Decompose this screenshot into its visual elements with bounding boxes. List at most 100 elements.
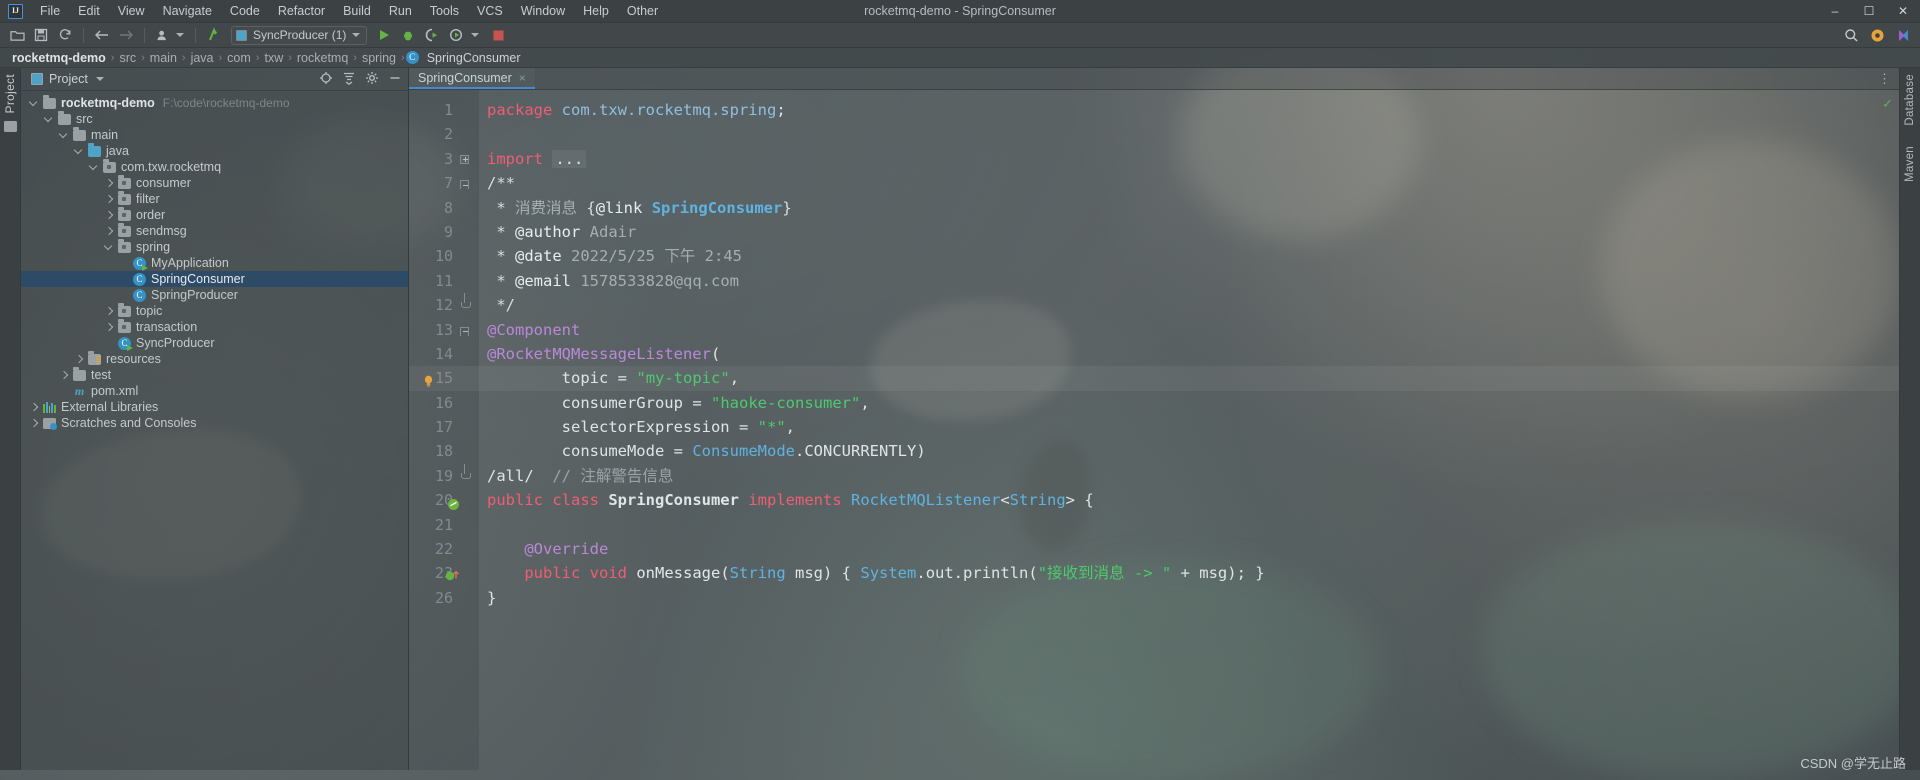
chevron-right-icon[interactable] <box>104 322 115 333</box>
fold-column[interactable] <box>457 366 475 390</box>
chevron-right-icon[interactable] <box>59 370 70 381</box>
tree-node-java[interactable]: java <box>21 143 408 159</box>
gutter-line-22[interactable]: 22 <box>409 537 479 561</box>
save-all-icon[interactable] <box>30 25 52 46</box>
chevron-right-icon[interactable] <box>104 194 115 205</box>
menu-item-build[interactable]: Build <box>334 1 380 21</box>
fold-column[interactable] <box>457 196 475 220</box>
back-arrow-icon[interactable] <box>91 25 113 46</box>
breadcrumb-item-java[interactable]: java <box>187 51 218 65</box>
gutter-line-17[interactable]: 17 <box>409 415 479 439</box>
fold-column[interactable] <box>457 98 475 122</box>
code-line-12[interactable]: */ <box>479 293 1899 317</box>
tool-window-button-maven[interactable]: Maven <box>1904 146 1916 182</box>
tree-node-scratches-and-consoles[interactable]: Scratches and Consoles <box>21 415 408 431</box>
settings-icon[interactable] <box>1866 25 1888 46</box>
gutter-line-11[interactable]: 11 <box>409 269 479 293</box>
menu-item-other[interactable]: Other <box>618 1 667 21</box>
minimize-icon[interactable]: – <box>1818 0 1852 23</box>
gutter-line-8[interactable]: 8 <box>409 196 479 220</box>
tree-node-syncproducer[interactable]: C SyncProducer <box>21 335 408 351</box>
fold-collapse-icon[interactable] <box>460 326 469 336</box>
tree-node-pom-xml[interactable]: m pom.xml <box>21 383 408 399</box>
gutter-line-14[interactable]: 14 <box>409 342 479 366</box>
profiler-icon[interactable] <box>445 25 467 46</box>
menu-item-code[interactable]: Code <box>221 1 269 21</box>
fold-region-end-icon[interactable] <box>461 463 471 479</box>
code-line-26[interactable]: } <box>479 586 1899 610</box>
fold-column[interactable] <box>457 537 475 561</box>
gutter-line-3[interactable]: 3 <box>409 147 479 171</box>
forward-arrow-icon[interactable] <box>115 25 137 46</box>
fold-column[interactable] <box>457 220 475 244</box>
breadcrumb-item-src[interactable]: src <box>115 51 140 65</box>
fold-column[interactable] <box>457 463 475 488</box>
breadcrumb-item-main[interactable]: main <box>146 51 181 65</box>
gutter-line-15[interactable]: 15 <box>409 366 479 391</box>
tool-window-button-project[interactable]: Project <box>3 74 17 113</box>
profiler-caret-icon[interactable] <box>471 33 480 37</box>
tree-node-springproducer[interactable]: C SpringProducer <box>21 287 408 303</box>
code-line-22[interactable]: @Override <box>479 537 1899 561</box>
code-line-7[interactable]: /** <box>479 171 1899 195</box>
code-line-11[interactable]: * @email 1578533828@qq.com <box>479 269 1899 293</box>
code-editor[interactable]: 1 2 3 7 8 9 10 11 12 13 14 15 16 17 18 19 20 21 22 23 26 pac… <box>409 90 1899 770</box>
tree-node-order[interactable]: order <box>21 207 408 223</box>
tree-node-spring[interactable]: spring <box>21 239 408 255</box>
code-content[interactable]: package com.txw.rocketmq.spring; import … <box>479 90 1899 770</box>
menu-item-edit[interactable]: Edit <box>69 1 109 21</box>
menu-item-refactor[interactable]: Refactor <box>269 1 334 21</box>
tree-node-test[interactable]: test <box>21 367 408 383</box>
code-line-23[interactable]: public void onMessage(String msg) { Syst… <box>479 561 1899 585</box>
menu-item-window[interactable]: Window <box>512 1 574 21</box>
tab-springconsumer[interactable]: SpringConsumer × <box>409 68 535 89</box>
tree-node-myapplication[interactable]: C MyApplication <box>21 255 408 271</box>
code-line-18[interactable]: consumeMode = ConsumeMode.CONCURRENTLY) <box>479 439 1899 463</box>
close-tab-icon[interactable]: × <box>519 71 526 85</box>
editor-gutter[interactable]: 1 2 3 7 8 9 10 11 12 13 14 15 16 17 18 19 20 21 22 23 26 <box>409 90 479 770</box>
breadcrumb-item-txw[interactable]: txw <box>260 51 287 65</box>
collapse-all-icon[interactable] <box>342 71 356 88</box>
search-everywhere-icon[interactable] <box>1840 25 1862 46</box>
gutter-line-2[interactable]: 2 <box>409 122 479 146</box>
tree-node-com-txw-rocketmq[interactable]: com.txw.rocketmq <box>21 159 408 175</box>
chevron-right-icon[interactable] <box>104 210 115 221</box>
fold-column[interactable] <box>457 293 475 317</box>
fold-column[interactable] <box>457 244 475 268</box>
breadcrumb-item-class[interactable]: SpringConsumer <box>423 51 525 65</box>
chevron-right-icon[interactable] <box>29 418 40 429</box>
gutter-line-1[interactable]: 1 <box>409 98 479 122</box>
code-line-1[interactable]: package com.txw.rocketmq.spring; <box>479 98 1899 122</box>
chevron-right-icon[interactable] <box>104 178 115 189</box>
tree-node-consumer[interactable]: consumer <box>21 175 408 191</box>
fold-column[interactable] <box>457 147 475 171</box>
gutter-line-13[interactable]: 13 <box>409 318 479 342</box>
chevron-right-icon[interactable] <box>29 402 40 413</box>
code-line-17[interactable]: selectorExpression = "*", <box>479 415 1899 439</box>
fold-column[interactable] <box>457 415 475 439</box>
fold-collapse-icon[interactable] <box>460 180 469 190</box>
gutter-line-16[interactable]: 16 <box>409 391 479 415</box>
fold-column[interactable] <box>457 391 475 415</box>
gutter-line-20[interactable]: 20 <box>409 488 479 512</box>
tree-node-rocketmq-demo[interactable]: rocketmq-demo F:\code\rocketmq-demo <box>21 95 408 111</box>
chevron-down-icon[interactable] <box>89 162 100 173</box>
intention-bulb-icon[interactable] <box>423 371 434 387</box>
fold-column[interactable] <box>457 586 475 610</box>
menu-item-navigate[interactable]: Navigate <box>154 1 221 21</box>
fold-region-end-icon[interactable] <box>461 293 471 309</box>
open-folder-icon[interactable] <box>6 25 28 46</box>
settings-icon[interactable] <box>365 71 379 88</box>
structure-icon[interactable] <box>3 121 17 133</box>
menu-item-help[interactable]: Help <box>574 1 618 21</box>
breadcrumb-item-rocketmq[interactable]: rocketmq <box>293 51 352 65</box>
editor-tab-options-icon[interactable]: ⋮ <box>1878 68 1899 89</box>
code-line-14[interactable]: @RocketMQMessageListener( <box>479 342 1899 366</box>
update-project-icon[interactable] <box>203 25 225 46</box>
profile-icon[interactable] <box>152 25 174 46</box>
tree-node-sendmsg[interactable]: sendmsg <box>21 223 408 239</box>
fold-column[interactable] <box>457 342 475 366</box>
menu-item-tools[interactable]: Tools <box>421 1 468 21</box>
chevron-right-icon[interactable] <box>74 354 85 365</box>
tree-node-external-libraries[interactable]: External Libraries <box>21 399 408 415</box>
